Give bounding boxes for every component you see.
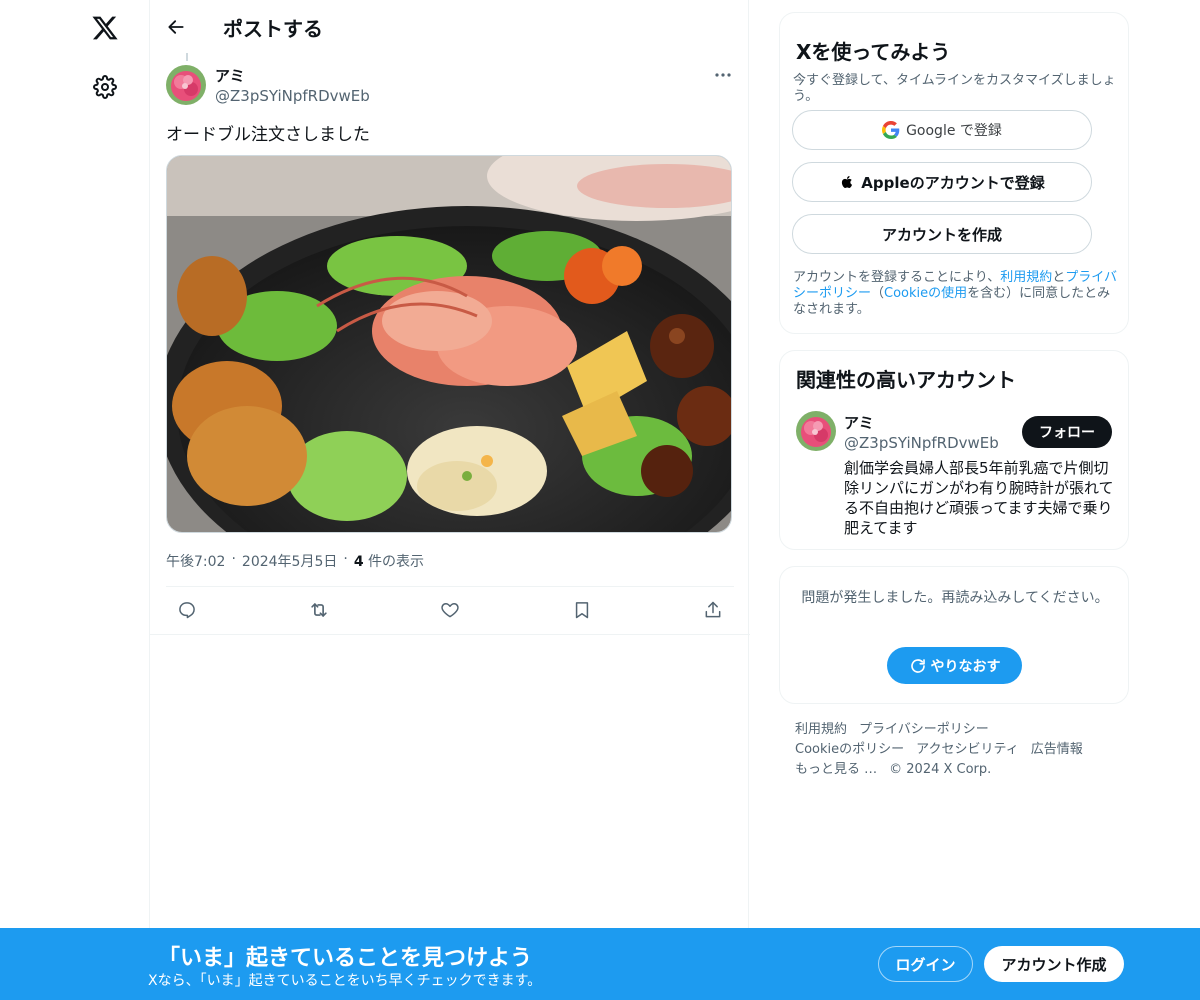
- signup-title: Xを使ってみよう: [796, 40, 951, 64]
- signup-button[interactable]: アカウント作成: [984, 946, 1124, 982]
- post-date[interactable]: 2024年5月5日: [242, 551, 337, 571]
- views-count: 4: [353, 554, 364, 570]
- refresh-icon: [910, 658, 925, 673]
- views: 4 件の表示: [354, 551, 424, 571]
- error-card: 問題が発生しました。再読み込みしてください。 やりなおす: [779, 566, 1129, 704]
- banner-title: 「いま」起きていることを見つけよう: [158, 946, 533, 971]
- bottom-signup-banner: 「いま」起きていることを見つけよう Xなら、「いま」起きていることをいち早くチェ…: [0, 928, 1200, 1000]
- terms-text: と: [1052, 270, 1066, 285]
- heart-icon: [441, 603, 459, 618]
- divider: [150, 634, 750, 635]
- post-text: オードブル注文さしました: [166, 125, 370, 145]
- arrow-left-icon: [168, 20, 184, 34]
- meta-separator: ·: [231, 551, 236, 567]
- thread-line: [186, 53, 188, 61]
- share-icon: [705, 601, 721, 618]
- bookmark-icon: [575, 602, 588, 619]
- footer-privacy-link[interactable]: プライバシーポリシー: [859, 720, 989, 740]
- footer-ads-link[interactable]: 広告情報: [1031, 740, 1083, 760]
- back-button[interactable]: [158, 9, 194, 45]
- retry-label: やりなおす: [930, 658, 1001, 675]
- footer-cookie-link[interactable]: Cookieのポリシー: [795, 740, 904, 760]
- google-icon: [882, 121, 900, 139]
- post-image[interactable]: [166, 155, 732, 533]
- x-logo-icon[interactable]: [83, 6, 127, 50]
- create-account-button[interactable]: アカウントを作成: [792, 214, 1092, 254]
- share-button[interactable]: [696, 593, 730, 627]
- divider: [166, 586, 734, 587]
- avatar[interactable]: [166, 65, 206, 105]
- main-column: ポストする アミ @Z3pSYiNpfRDvwEb オードブル注文さしました 午…: [149, 0, 750, 1000]
- account-handle[interactable]: @Z3pSYiNpfRDvwEb: [844, 434, 999, 452]
- bookmark-button[interactable]: [565, 593, 599, 627]
- terms-text: アカウントを登録することにより、: [793, 270, 1001, 285]
- error-message: 問題が発生しました。再読み込みしてください。: [801, 590, 1109, 606]
- terms-notice: アカウントを登録することにより、利用規約とプライバシーポリシー（Cookieの使…: [793, 270, 1121, 318]
- post-actions: [166, 590, 734, 630]
- relevant-title: 関連性の高いアカウント: [796, 368, 1016, 392]
- post-time[interactable]: 午後7:02: [166, 551, 225, 571]
- more-icon: [715, 73, 731, 77]
- google-signup-button[interactable]: Google で登録: [792, 110, 1092, 150]
- relevant-accounts-card: 関連性の高いアカウント アミ @Z3pSYiNpfRDvwEb フォロー 創価学…: [779, 350, 1129, 550]
- gear-icon[interactable]: [83, 65, 127, 109]
- footer-terms-link[interactable]: 利用規約: [795, 720, 847, 740]
- follow-button[interactable]: フォロー: [1022, 416, 1112, 448]
- left-nav: [0, 0, 150, 1000]
- author-name[interactable]: アミ: [215, 65, 245, 86]
- apple-signup-button[interactable]: Appleのアカウントで登録: [792, 162, 1092, 202]
- reply-button[interactable]: [170, 593, 204, 627]
- login-button[interactable]: ログイン: [878, 946, 973, 982]
- avatar[interactable]: [796, 411, 836, 451]
- like-button[interactable]: [433, 593, 467, 627]
- signup-subtitle: 今すぐ登録して、タイムラインをカスタマイズしましょう。: [793, 73, 1116, 104]
- terms-link[interactable]: 利用規約: [1000, 270, 1052, 285]
- account-bio: 創価学会員婦人部長5年前乳癌で片側切除リンパにガンがわ有り腕時計が張れてる不自由…: [844, 459, 1114, 537]
- footer-links: 利用規約 プライバシーポリシー Cookieのポリシー アクセシビリティ 広告情…: [795, 720, 1115, 780]
- page-header: ポストする: [150, 0, 750, 53]
- footer-more-link[interactable]: もっと見る …: [795, 760, 877, 780]
- footer-accessibility-link[interactable]: アクセシビリティ: [916, 740, 1019, 760]
- meta-separator: ·: [343, 551, 348, 567]
- retry-button[interactable]: やりなおす: [887, 647, 1022, 684]
- author-handle[interactable]: @Z3pSYiNpfRDvwEb: [215, 87, 370, 105]
- post-meta: 午後7:02 · 2024年5月5日 · 4 件の表示: [166, 551, 424, 571]
- apple-icon: [842, 176, 853, 189]
- reply-icon: [179, 602, 195, 619]
- page-title: ポストする: [223, 17, 323, 41]
- more-options-button[interactable]: [706, 62, 740, 88]
- copyright: © 2024 X Corp.: [889, 762, 992, 777]
- apple-signup-label: Appleのアカウントで登録: [861, 173, 1045, 192]
- google-signup-label: Google で登録: [906, 123, 1002, 139]
- banner-subtitle: Xなら、「いま」起きていることをいち早くチェックできます。: [148, 973, 542, 989]
- repost-button[interactable]: [302, 593, 336, 627]
- views-label: 件の表示: [368, 554, 425, 570]
- repost-icon: [310, 603, 327, 617]
- account-name[interactable]: アミ: [844, 412, 874, 433]
- signup-card: Xを使ってみよう 今すぐ登録して、タイムラインをカスタマイズしましょう。 Goo…: [779, 12, 1129, 334]
- cookie-link[interactable]: Cookieの使用: [884, 286, 967, 301]
- terms-text: （: [871, 286, 885, 301]
